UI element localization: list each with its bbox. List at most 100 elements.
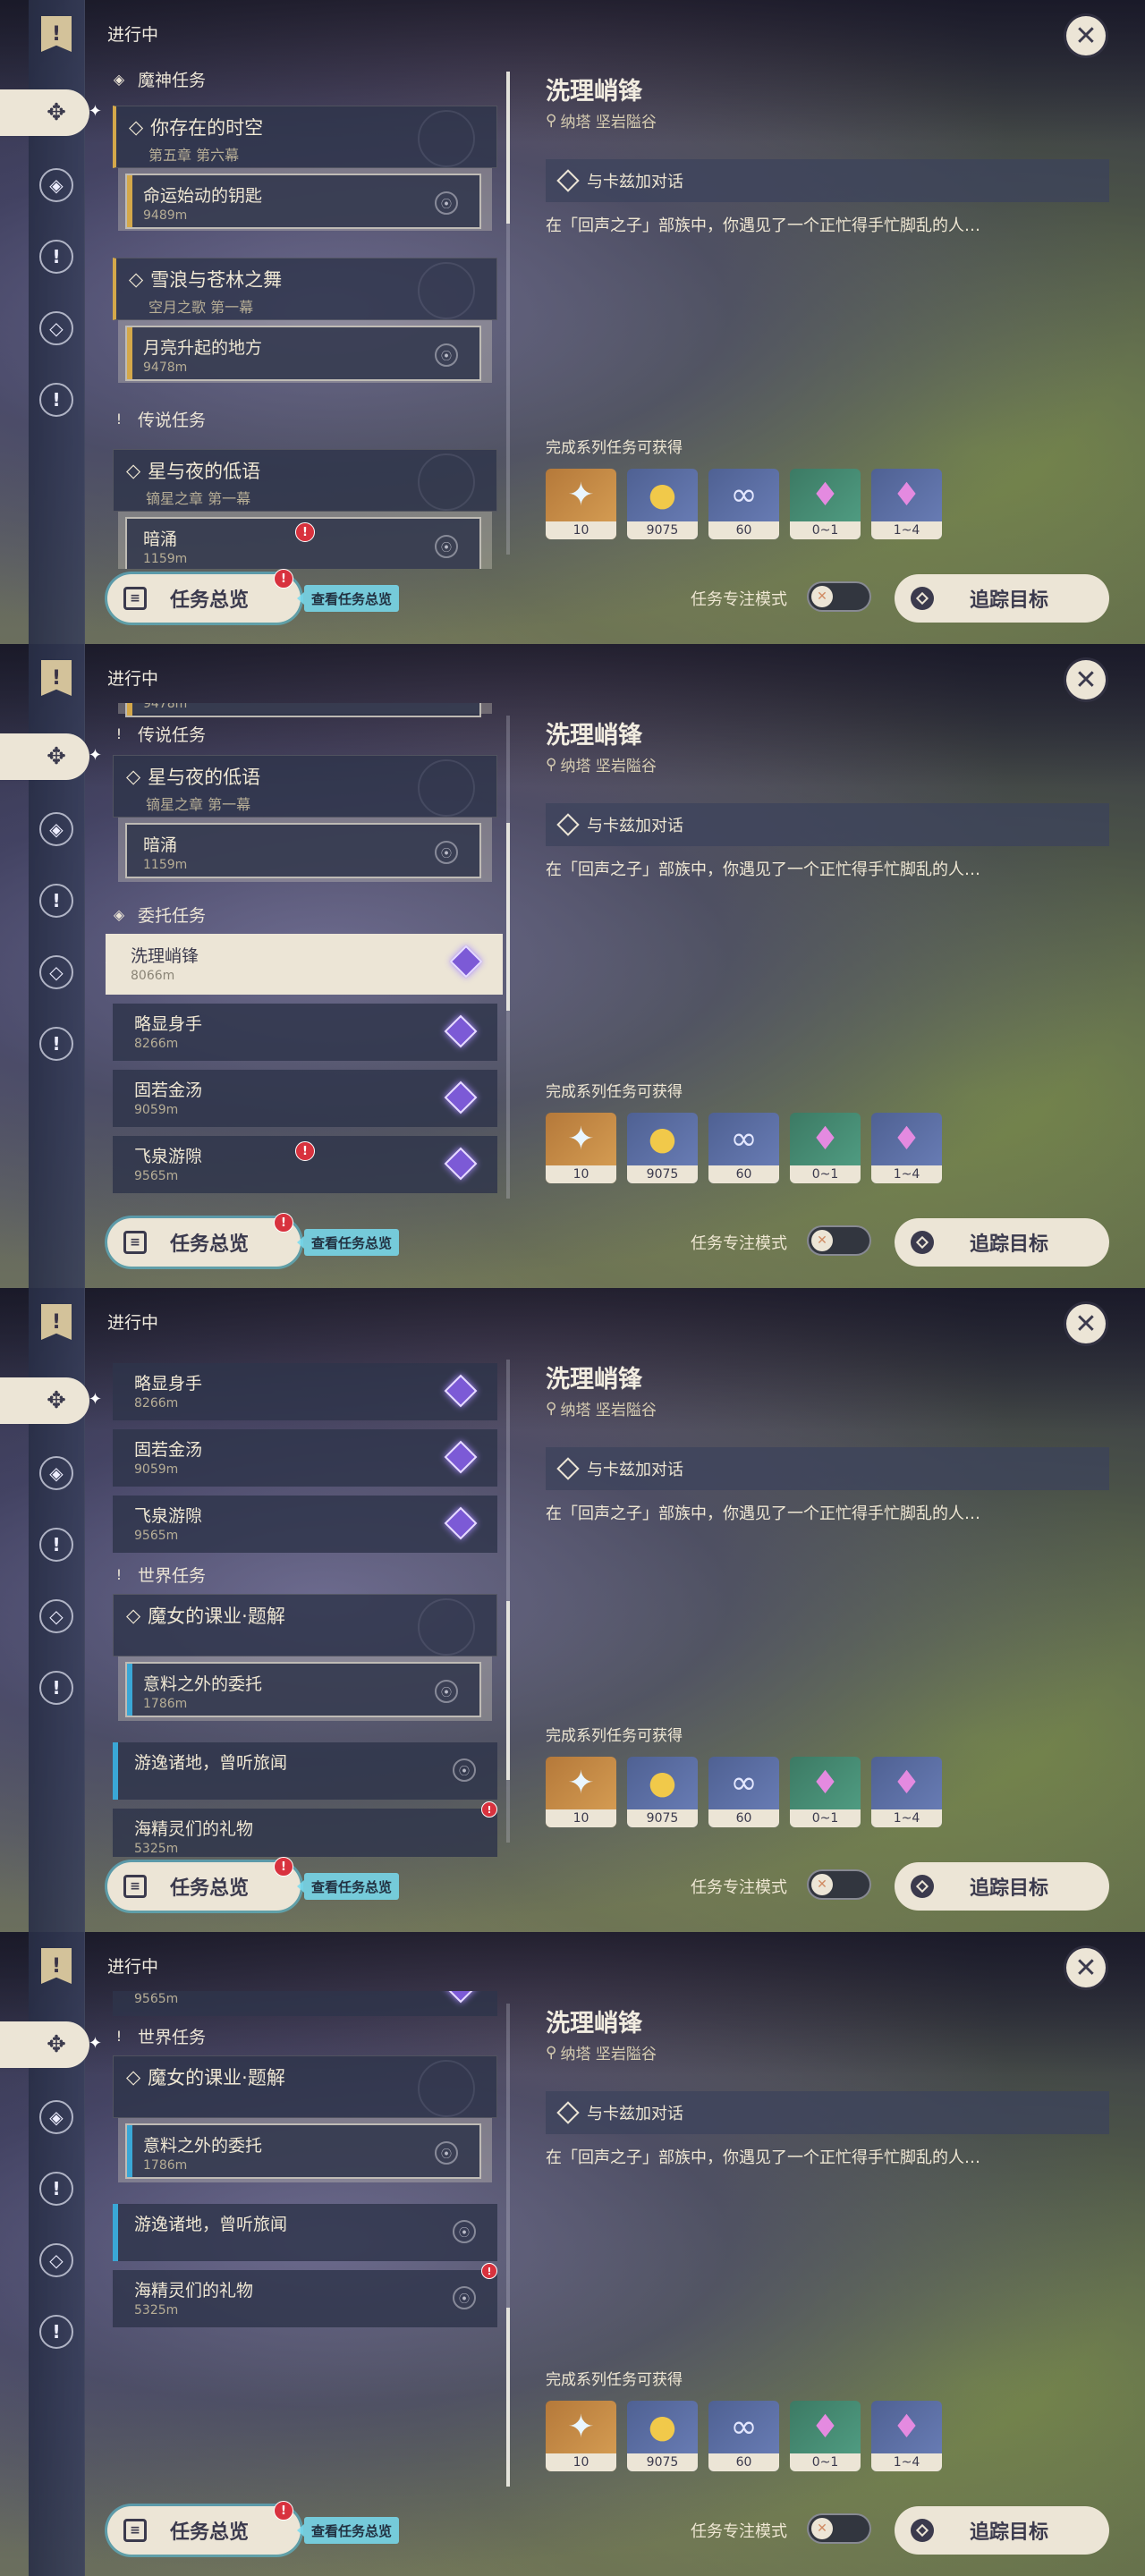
sidebar-item-archon[interactable]: ◈ <box>36 2097 77 2138</box>
diamond-icon: ◇ <box>126 766 141 787</box>
track-objective-button[interactable]: 追踪目标 <box>895 2506 1109 2555</box>
quest-overview-button[interactable]: ≡ 任务总览! <box>107 1857 301 1911</box>
sidebar-item-archon[interactable]: ◈ <box>36 809 77 850</box>
quest-world-3[interactable]: 海精灵们的礼物 5325m <box>113 1809 497 1857</box>
reward-item[interactable]: ● 9075 <box>627 2401 698 2471</box>
quest-commission-3[interactable]: 固若金汤 9059m <box>113 1429 497 1487</box>
sidebar-item-story[interactable]: ! <box>36 236 77 277</box>
reward-item[interactable]: ♦ 1~4 <box>871 1757 942 1827</box>
quest-title: 洗理峭锋 <box>546 1366 642 1394</box>
sidebar-item-world[interactable]: ! <box>36 1023 77 1064</box>
quest-archon-2[interactable]: ◇ 雪浪与苍林之舞 空月之歌 第一幕 <box>113 258 497 320</box>
scrollbar[interactable] <box>506 2004 510 2487</box>
reward-item[interactable]: ♦ 0~1 <box>790 469 861 539</box>
overview-hint: 查看任务总览 <box>296 1873 400 1900</box>
sidebar-item-world[interactable]: ! <box>36 2311 77 2352</box>
alert-icon: ! <box>481 2263 497 2279</box>
reward-item[interactable]: ✦ 10 <box>546 1113 616 1183</box>
reward-item[interactable]: ♦ 0~1 <box>790 2401 861 2471</box>
sparkle-icon: ✦ <box>88 2034 102 2053</box>
subquest-world-1[interactable]: 意料之外的委托 1786m ⦿ <box>125 2123 481 2179</box>
sidebar-item-archon[interactable]: ◈ <box>36 1453 77 1494</box>
quest-world-1[interactable]: ◇ 魔女的课业·题解 <box>113 1594 497 1657</box>
reward-item[interactable]: ✦ 10 <box>546 469 616 539</box>
track-objective-button[interactable]: 追踪目标 <box>895 1862 1109 1911</box>
reward-item[interactable]: ∞ 60 <box>708 469 779 539</box>
subquest-archon-2[interactable]: 月亮升起的地方9478m <box>125 703 481 717</box>
sidebar-item-commission[interactable]: ◇ <box>36 308 77 349</box>
sidebar-item-commission[interactable]: ◇ <box>36 1596 77 1637</box>
quest-list[interactable]: 月亮升起的地方9478m !传说任务 ◇星与夜的低语 镝星之章 第一幕 暗涌11… <box>106 703 505 1213</box>
focus-mode-toggle[interactable]: ✕ <box>807 1225 871 1256</box>
quest-legend-1[interactable]: ◇ 星与夜的低语 镝星之章 第一幕 <box>113 755 497 818</box>
quest-list[interactable]: 飞泉游隙9565m !世界任务 ◇魔女的课业·题解 意料之外的委托1786m ⦿… <box>106 1991 505 2501</box>
subquest-archon-1[interactable]: 命运始动的钥匙 9489m ⦿ <box>125 174 481 229</box>
reward-item[interactable]: ● 9075 <box>627 1757 698 1827</box>
quest-overview-button[interactable]: ≡ 任务总览! <box>107 1213 301 1267</box>
location-pin-icon: ⚲ <box>546 755 557 774</box>
reward-item[interactable]: ✦ 10 <box>546 1757 616 1827</box>
scrollbar[interactable] <box>506 1360 510 1843</box>
quest-overview-button[interactable]: ≡ 任务总览! <box>107 569 301 623</box>
quest-commission-4[interactable]: 飞泉游隙9565m <box>113 1496 497 1553</box>
quest-commission-2[interactable]: 略显身手 8266m <box>113 1363 497 1420</box>
quest-list[interactable]: 略显身手 8266m 固若金汤 9059m 飞泉游隙 9565m ! 世界任务 ◇ 魔女的… <box>106 1347 505 1857</box>
reward-item[interactable]: ∞ 60 <box>708 2401 779 2471</box>
sidebar-item-archon[interactable]: ◈ <box>36 165 77 206</box>
focus-mode-toggle[interactable]: ✕ <box>807 2513 871 2544</box>
subquest-archon-2[interactable]: 月亮升起的地方 9478m ⦿ <box>125 326 481 381</box>
reward-item[interactable]: ♦ 0~1 <box>790 1757 861 1827</box>
quest-overview-button[interactable]: ≡ 任务总览! <box>107 2501 301 2555</box>
scrollbar-thumb[interactable] <box>506 2308 510 2487</box>
reward-item[interactable]: ● 9075 <box>627 469 698 539</box>
sidebar-item-story[interactable]: ! <box>36 1524 77 1565</box>
quest-commission-2[interactable]: 略显身手 8266m <box>113 1004 497 1061</box>
subquest-legend-1[interactable]: 暗涌 1159m ⦿ <box>125 823 481 878</box>
sidebar-item-story[interactable]: ! <box>36 2168 77 2209</box>
scrollbar[interactable] <box>506 716 510 1199</box>
scrollbar-thumb[interactable] <box>506 1601 510 1780</box>
reward-item[interactable]: ♦ 1~4 <box>871 1113 942 1183</box>
focus-mode-toggle[interactable]: ✕ <box>807 1869 871 1900</box>
reward-item[interactable]: ● 9075 <box>627 1113 698 1183</box>
quest-world-2[interactable]: 游逸诸地，曾听旅闻 ⦿ <box>113 1742 497 1800</box>
reward-item[interactable]: ♦ 1~4 <box>871 469 942 539</box>
archon-quest-icon: ◈ <box>39 2100 73 2134</box>
track-objective-button[interactable]: 追踪目标 <box>895 574 1109 623</box>
quest-detail: 洗理峭锋 ⚲ 纳塔 坚岩隘谷 与卡兹加对话 在「回声之子」部族中，你遇见了一个正忙… <box>546 1288 1109 1932</box>
sidebar-item-all[interactable]: ✥ ✦ <box>0 1377 102 1424</box>
reward-item[interactable]: ♦ 1~4 <box>871 2401 942 2471</box>
sidebar-item-commission[interactable]: ◇ <box>36 2240 77 2281</box>
quest-world-2[interactable]: 游逸诸地，曾听旅闻 ⦿ <box>113 2204 497 2261</box>
reward-item[interactable]: ♦ 0~1 <box>790 1113 861 1183</box>
quest-commission-4[interactable]: 飞泉游隙9565m <box>113 1991 497 2016</box>
sidebar-item-world[interactable]: ! <box>36 379 77 420</box>
quest-world-3[interactable]: 海精灵们的礼物 5325m ⦿ <box>113 2270 497 2327</box>
reward-item[interactable]: ∞ 60 <box>708 1113 779 1183</box>
sidebar-item-all[interactable]: ✥ ✦ <box>0 89 102 136</box>
reward-item[interactable]: ∞ 60 <box>708 1757 779 1827</box>
notebook-icon: ≡ <box>123 1231 147 1254</box>
scrollbar-thumb[interactable] <box>506 72 510 224</box>
adventure-exp-icon: ✦ <box>567 2409 595 2445</box>
quest-world-1[interactable]: ◇ 魔女的课业·题解 <box>113 2055 497 2118</box>
quest-legend-1[interactable]: ◇ 星与夜的低语 镝星之章 第一幕 <box>113 449 497 512</box>
sidebar-item-all[interactable]: ✥ ✦ <box>0 2021 102 2068</box>
toggle-off-icon: ✕ <box>811 2518 833 2539</box>
section-world: ! 世界任务 <box>111 1562 206 1587</box>
quest-list[interactable]: ◈ 魔神任务 ◇ 你存在的时空 第五章 第六幕 命运始动的钥匙 9489m ⦿ ◇ 雪浪… <box>106 59 505 569</box>
focus-mode-toggle[interactable]: ✕ <box>807 581 871 612</box>
subquest-world-1[interactable]: 意料之外的委托 1786m ⦿ <box>125 1662 481 1717</box>
reward-item[interactable]: ✦ 10 <box>546 2401 616 2471</box>
sidebar-item-all[interactable]: ✥ ✦ <box>0 733 102 780</box>
scrollbar-thumb[interactable] <box>506 823 510 1011</box>
sidebar-item-story[interactable]: ! <box>36 880 77 921</box>
track-objective-button[interactable]: 追踪目标 <box>895 1218 1109 1267</box>
sidebar-item-world[interactable]: ! <box>36 1667 77 1708</box>
quest-commission-selected[interactable]: ▶ 洗理峭锋8066m <box>106 934 503 995</box>
quest-archon-1[interactable]: ◇ 你存在的时空 第五章 第六幕 <box>113 106 497 168</box>
quest-commission-3[interactable]: 固若金汤 9059m <box>113 1070 497 1127</box>
track-icon <box>911 1231 934 1254</box>
sidebar-item-commission[interactable]: ◇ <box>36 952 77 993</box>
scrollbar[interactable] <box>506 72 510 555</box>
